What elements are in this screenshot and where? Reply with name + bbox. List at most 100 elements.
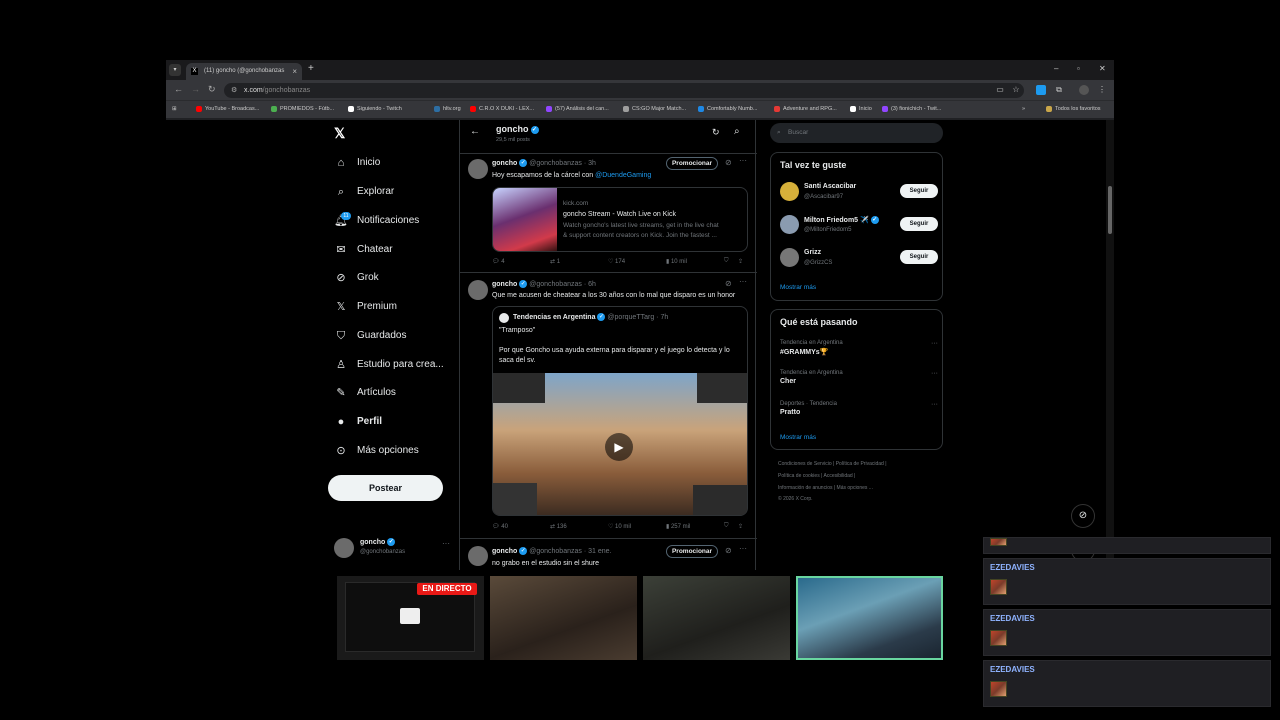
views-stat[interactable]: ▮ 10 mil <box>666 258 687 265</box>
scrollbar-thumb[interactable] <box>1108 186 1112 234</box>
nav-premium[interactable]: 𝕏 Premium <box>334 297 397 317</box>
promote-button[interactable]: Promocionar <box>666 157 718 170</box>
site-info-icon[interactable]: ⚙ <box>231 83 237 98</box>
follow-button[interactable]: Seguir <box>900 184 938 198</box>
back-icon[interactable]: ← <box>174 84 183 94</box>
extension-icon[interactable] <box>1036 85 1046 95</box>
more-icon[interactable]: ··· <box>931 340 938 347</box>
share-icon[interactable]: ⇪ <box>738 258 743 265</box>
grok-icon[interactable]: ⊘ <box>725 158 732 167</box>
footer-links-3[interactable]: Información de anuncios | Más opciones .… <box>778 485 873 491</box>
retweet-button[interactable]: ⇄ 1 <box>550 258 560 265</box>
suggestion-item[interactable]: Grizz @GrizzCS Seguir <box>780 247 938 271</box>
suggestion-item[interactable]: Santi Ascacibar @Ascacibar97 Seguir <box>780 181 938 205</box>
more-icon[interactable]: ··· <box>739 277 747 286</box>
grok-icon[interactable]: ⊘ <box>725 546 732 555</box>
bookmark-9[interactable]: Adventure and RPG... <box>774 106 837 112</box>
nav-grok[interactable]: ⊘ Grok <box>334 268 378 288</box>
follow-button[interactable]: Seguir <box>900 217 938 231</box>
stream-thumbnail-cam-1[interactable] <box>490 576 637 660</box>
apps-grid-icon[interactable]: ⊞ <box>172 106 177 112</box>
bookmark-icon[interactable]: ⛉ <box>724 523 729 530</box>
tweet[interactable]: goncho ✓ @gonchobanzas · 3h Promocionar ⊘… <box>460 154 757 273</box>
chat-username[interactable]: EZEDAVIES <box>990 665 1035 674</box>
bookmark-7[interactable]: CS:GO Major Match... <box>623 106 686 112</box>
extensions-puzzle-icon[interactable]: ⧉ <box>1054 85 1064 95</box>
show-more-link[interactable]: Mostrar más <box>780 284 816 291</box>
profile-avatar-icon[interactable] <box>1079 85 1089 95</box>
stream-thumbnail-cam-2[interactable] <box>643 576 790 660</box>
bookmark-8[interactable]: Comfortably Numb... <box>698 106 757 112</box>
back-arrow-icon[interactable]: ← <box>470 126 480 137</box>
views-stat[interactable]: ▮ 257 mil <box>666 523 690 530</box>
like-button[interactable]: ♡ 10 mil <box>608 523 631 530</box>
chat-username[interactable]: EZEDAVIES <box>990 614 1035 623</box>
link-card[interactable]: kick.com goncho Stream - Watch Live on K… <box>492 187 748 252</box>
close-window-icon[interactable]: ✕ <box>1099 64 1106 73</box>
search-icon[interactable]: ⌕ <box>734 126 740 137</box>
nav-explore[interactable]: ⌕ Explorar <box>334 182 394 202</box>
promote-button[interactable]: Promocionar <box>666 545 718 558</box>
search-input[interactable]: ⌕ Buscar <box>770 123 943 143</box>
tweet[interactable]: goncho ✓ @gonchobanzas · 31 ene. Promocio… <box>460 541 757 570</box>
close-tab-icon[interactable]: × <box>292 63 297 80</box>
bookmark-icon[interactable]: ⛉ <box>724 258 729 265</box>
more-icon[interactable]: ··· <box>739 544 747 553</box>
restore-icon[interactable]: ▫ <box>1077 64 1080 73</box>
bookmark-10[interactable]: Inicio <box>850 106 872 112</box>
bookmark-2[interactable]: PROMIEDOS - Fútb... <box>271 106 334 112</box>
nav-bookmarks[interactable]: ⛉ Guardados <box>334 326 407 346</box>
tab-search-button[interactable]: ▾ <box>169 64 181 76</box>
minimize-icon[interactable]: – <box>1054 64 1058 73</box>
bookmark-11[interactable]: (3) fionichich - Twit... <box>882 106 941 112</box>
new-tab-button[interactable]: + <box>308 63 314 74</box>
forward-icon[interactable]: → <box>191 84 200 94</box>
tweet[interactable]: goncho ✓ @gonchobanzas · 6h ⊘ ··· Que me … <box>460 275 757 539</box>
more-bookmarks-icon[interactable]: » <box>1022 106 1025 112</box>
nav-home[interactable]: ⌂ Inicio <box>334 153 381 173</box>
address-bar[interactable]: ⚙ x.com/gonchobanzas <box>224 83 1024 98</box>
footer-links-1[interactable]: Condiciones de Servicio | Política de Pr… <box>778 461 887 467</box>
nav-notifications[interactable]: 🔔︎ 11 Notificaciones <box>334 211 419 231</box>
bookmark-5[interactable]: C.R.O X DUKI - LEX... <box>470 106 534 112</box>
reload-icon[interactable]: ↻ <box>208 84 216 95</box>
nav-articles[interactable]: ✎ Artículos <box>334 383 396 403</box>
nav-more-options[interactable]: ⊙ Más opciones <box>334 441 418 461</box>
play-icon[interactable]: ▶ <box>605 433 633 461</box>
bookmark-1[interactable]: YouTube - Broadcas... <box>196 106 259 112</box>
more-icon[interactable]: ··· <box>931 370 938 377</box>
nav-creator-studio[interactable]: ♙ Estudio para crea... <box>334 355 444 375</box>
footer-links-2[interactable]: Política de cookies | Accesibilidad | <box>778 473 855 479</box>
quoted-tweet[interactable]: Tendencias en Argentina ✓ @porqueTTarg · … <box>492 306 748 516</box>
trend-item[interactable]: Tendencia en Argentina Cher ··· <box>780 370 938 385</box>
stream-thumbnail-cam-3-selected[interactable] <box>796 576 943 660</box>
share-icon[interactable]: ⇪ <box>738 523 743 530</box>
menu-kebab-icon[interactable]: ⋮ <box>1097 85 1107 95</box>
post-button[interactable]: Postear <box>328 475 443 501</box>
nav-chat[interactable]: ✉ Chatear <box>334 240 392 260</box>
bookmark-4[interactable]: hltv.org <box>434 106 461 112</box>
bookmark-6[interactable]: (57) Análisis del can... <box>546 106 609 112</box>
grok-icon[interactable]: ⊘ <box>725 279 732 288</box>
all-favorites-folder[interactable]: Todos los favoritos <box>1046 106 1101 112</box>
grok-refresh-icon[interactable]: ↻ <box>712 127 720 138</box>
x-logo-icon[interactable]: 𝕏 <box>334 125 345 142</box>
grok-float-icon[interactable]: ⊘ <box>1071 504 1095 528</box>
more-icon[interactable]: ··· <box>739 156 747 165</box>
bookmark-3[interactable]: Siguiendo - Twitch <box>348 106 402 112</box>
suggestion-item[interactable]: Milton Friedom5 ✈️ ✓ @MiltonFriedom5 Segu… <box>780 214 938 238</box>
star-icon[interactable]: ☆ <box>1011 85 1021 95</box>
trend-item[interactable]: Tendencia en Argentina #GRAMMYs🏆 ··· <box>780 340 938 356</box>
retweet-button[interactable]: ⇄ 136 <box>550 523 567 530</box>
page-scrollbar[interactable] <box>1106 120 1114 570</box>
cast-icon[interactable]: ▭ <box>995 85 1005 95</box>
nav-profile[interactable]: ● Perfil <box>334 412 382 432</box>
reply-button[interactable]: 💬︎ 40 <box>492 523 508 530</box>
follow-button[interactable]: Seguir <box>900 250 938 264</box>
like-button[interactable]: ♡ 174 <box>608 258 625 265</box>
mention-link[interactable]: @DuendeGaming <box>595 172 651 179</box>
trends-show-more-link[interactable]: Mostrar más <box>780 434 816 441</box>
browser-tab[interactable]: X (11) goncho (@gonchobanzas × <box>186 63 302 80</box>
more-icon[interactable]: ··· <box>931 401 938 408</box>
chat-username[interactable]: EZEDAVIES <box>990 563 1035 572</box>
